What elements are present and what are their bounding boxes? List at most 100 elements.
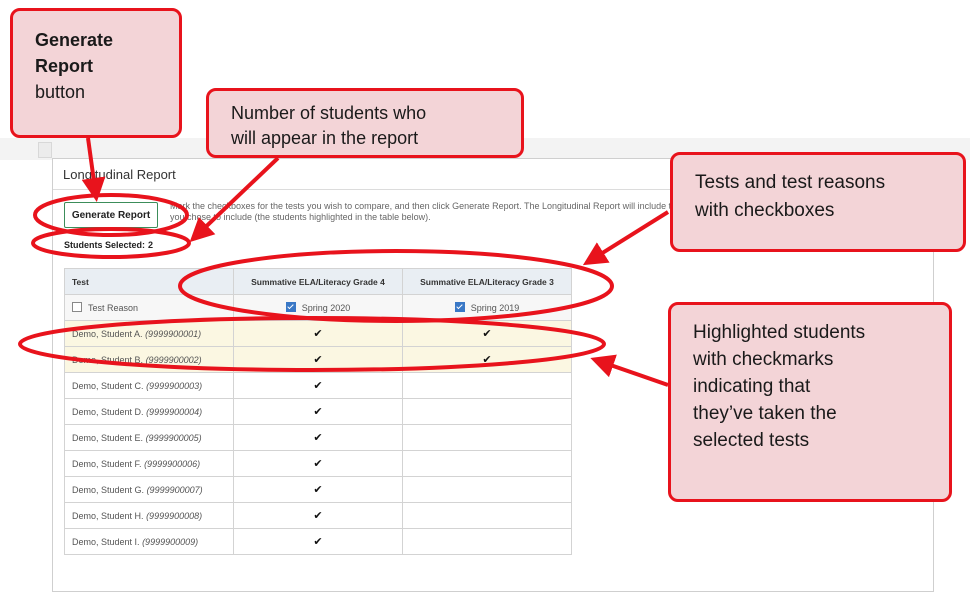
student-name: Demo, Student F. xyxy=(72,458,142,469)
student-cell: Demo, Student F. (9999900006) xyxy=(64,450,234,477)
student-id: (9999900004) xyxy=(146,406,203,417)
student-cell: Demo, Student B. (9999900002) xyxy=(64,346,234,373)
callout-number-of-students: Number of students who will appear in th… xyxy=(206,88,524,158)
callout-highlight-line1: Highlighted students xyxy=(693,322,866,343)
student-name: Demo, Student B. xyxy=(72,354,144,365)
student-name: Demo, Student I. xyxy=(72,536,140,547)
grade3-cell xyxy=(402,502,572,529)
callout-tests-line1: Tests and test reasons xyxy=(695,172,886,193)
grade3-cell xyxy=(402,424,572,451)
test-reason-checkbox[interactable] xyxy=(72,302,82,312)
test-reason-label: Test Reason xyxy=(88,303,139,313)
callout-highlight-line3: indicating that xyxy=(693,376,811,397)
checkmark-icon: ✔ xyxy=(313,510,323,522)
checkmark-icon: ✔ xyxy=(313,484,323,496)
table-body: Test Reason Spring 2020 Spring 2019 Demo… xyxy=(64,294,572,555)
table-row: Demo, Student E. (9999900005) ✔ xyxy=(64,424,572,451)
student-cell: Demo, Student D. (9999900004) xyxy=(64,398,234,425)
student-id: (9999900008) xyxy=(146,510,203,521)
table-row: Demo, Student H. (9999900008) ✔ xyxy=(64,502,572,529)
grade4-cell: ✔ xyxy=(233,528,403,555)
reason-grade4-label: Spring 2020 xyxy=(301,303,351,313)
student-id: (9999900009) xyxy=(142,536,199,547)
callout-number-line1: Number of students who xyxy=(231,103,427,123)
test-reason-row: Test Reason Spring 2020 Spring 2019 xyxy=(64,294,572,321)
table-row: Demo, Student I. (9999900009) ✔ xyxy=(64,528,572,555)
student-id: (9999900005) xyxy=(145,432,202,443)
callout-generate-line2: Report xyxy=(35,56,93,76)
checkmark-icon: ✔ xyxy=(482,328,492,340)
header-test-grade3: Summative ELA/Literacy Grade 3 xyxy=(402,268,572,295)
grade4-cell: ✔ xyxy=(233,346,403,373)
callout-highlight-line5: selected tests xyxy=(693,430,810,451)
background-tab xyxy=(38,142,52,158)
header-test-grade4: Summative ELA/Literacy Grade 4 xyxy=(233,268,403,295)
students-selected-count: 2 xyxy=(148,240,154,250)
grade4-cell: ✔ xyxy=(233,320,403,347)
reason-grade4-checkbox[interactable] xyxy=(285,302,296,312)
students-selected: Students Selected: 2 xyxy=(64,240,153,250)
student-id: (9999900007) xyxy=(146,484,203,495)
grade3-cell: ✔ xyxy=(402,320,572,347)
callout-highlighted-students: Highlighted students with checkmarks ind… xyxy=(668,302,952,502)
students-tests-table: Test Summative ELA/Literacy Grade 4 Summ… xyxy=(64,268,572,555)
generate-report-button[interactable]: Generate Report xyxy=(64,202,158,228)
student-name: Demo, Student E. xyxy=(72,432,144,443)
grade3-cell xyxy=(402,450,572,477)
callout-number-line2: will appear in the report xyxy=(231,128,419,148)
grade3-cell xyxy=(402,398,572,425)
callout-highlight-line4: they’ve taken the xyxy=(693,403,837,424)
callout-generate-line3: button xyxy=(35,82,86,102)
grade4-cell: ✔ xyxy=(233,476,403,503)
table-row: Demo, Student D. (9999900004) ✔ xyxy=(64,398,572,425)
student-name: Demo, Student D. xyxy=(72,406,144,417)
checkmark-icon: ✔ xyxy=(313,406,323,418)
student-id: (9999900001) xyxy=(145,328,202,339)
checkmark-icon: ✔ xyxy=(313,432,323,444)
test-reason-cell[interactable]: Test Reason xyxy=(64,294,234,321)
student-id: (9999900002) xyxy=(145,354,202,365)
students-selected-label: Students Selected: xyxy=(64,240,146,250)
checkmark-icon: ✔ xyxy=(313,458,323,470)
student-name: Demo, Student C. xyxy=(72,380,144,391)
student-name: Demo, Student G. xyxy=(72,484,145,495)
grade3-cell xyxy=(402,528,572,555)
instructions-text: Mark the checkboxes for the tests you wi… xyxy=(170,201,718,222)
student-id: (9999900006) xyxy=(144,458,201,469)
table-header-row: Test Summative ELA/Literacy Grade 4 Summ… xyxy=(64,268,572,295)
reason-grade4-cell[interactable]: Spring 2020 xyxy=(233,294,403,321)
student-cell: Demo, Student I. (9999900009) xyxy=(64,528,234,555)
checkmark-icon: ✔ xyxy=(313,354,323,366)
callout-tests-line2: with checkboxes xyxy=(695,200,835,221)
callout-generate-report: Generate Report button xyxy=(10,8,182,138)
checkmark-icon: ✔ xyxy=(482,354,492,366)
reason-grade3-checkbox[interactable] xyxy=(454,302,465,312)
grade4-cell: ✔ xyxy=(233,372,403,399)
table-row: Demo, Student G. (9999900007) ✔ xyxy=(64,476,572,503)
grade3-cell xyxy=(402,476,572,503)
callout-highlight-line2: with checkmarks xyxy=(693,349,834,370)
callout-generate-line1: Generate xyxy=(35,30,114,50)
checkmark-icon: ✔ xyxy=(313,536,323,548)
student-cell: Demo, Student C. (9999900003) xyxy=(64,372,234,399)
grade4-cell: ✔ xyxy=(233,450,403,477)
student-cell: Demo, Student E. (9999900005) xyxy=(64,424,234,451)
student-name: Demo, Student H. xyxy=(72,510,144,521)
student-cell: Demo, Student A. (9999900001) xyxy=(64,320,234,347)
checkmark-icon: ✔ xyxy=(313,380,323,392)
grade4-cell: ✔ xyxy=(233,398,403,425)
callout-tests-and-reasons: Tests and test reasons with checkboxes xyxy=(670,152,966,252)
table-row: Demo, Student F. (9999900006) ✔ xyxy=(64,450,572,477)
grade4-cell: ✔ xyxy=(233,502,403,529)
reason-grade3-cell[interactable]: Spring 2019 xyxy=(402,294,572,321)
panel-title: Longitudinal Report xyxy=(63,167,176,182)
table-row: Demo, Student C. (9999900003) ✔ xyxy=(64,372,572,399)
reason-grade3-label: Spring 2019 xyxy=(470,303,520,313)
header-test: Test xyxy=(64,268,234,295)
student-cell: Demo, Student G. (9999900007) xyxy=(64,476,234,503)
student-name: Demo, Student A. xyxy=(72,328,143,339)
student-id: (9999900003) xyxy=(146,380,203,391)
grade4-cell: ✔ xyxy=(233,424,403,451)
table-row: Demo, Student A. (9999900001) ✔ ✔ xyxy=(64,320,572,347)
table-row: Demo, Student B. (9999900002) ✔ ✔ xyxy=(64,346,572,373)
